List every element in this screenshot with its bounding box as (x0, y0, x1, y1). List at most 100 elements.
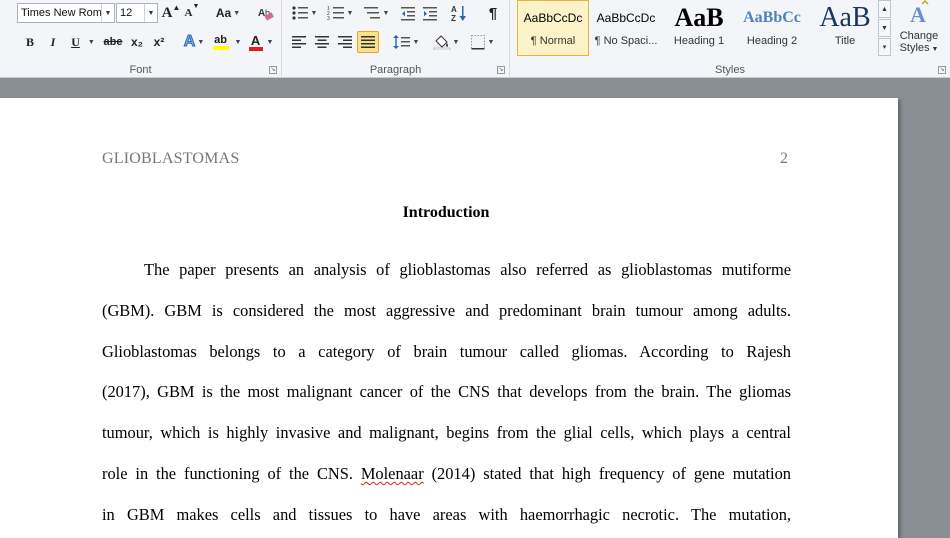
styles-scroll-up-button[interactable]: ▲ (878, 0, 891, 18)
decrease-indent-icon (401, 7, 415, 21)
increase-indent-button[interactable] (420, 2, 440, 24)
text-effects-icon: A (183, 33, 196, 51)
style-no-spacing-sample: AaBbCcDc (596, 11, 656, 25)
text-line-rest: (2014) stated that high frequency of gen… (423, 463, 791, 483)
borders-icon (470, 35, 485, 50)
multilevel-list-button[interactable]: ▼ (360, 2, 392, 24)
chevron-down-icon[interactable]: ▼ (144, 4, 157, 22)
style-heading-1[interactable]: AaB Heading 1 (663, 0, 735, 56)
highlight-icon: ab (212, 33, 229, 50)
underline-button[interactable]: U ▼ (66, 31, 100, 53)
shrink-font-button[interactable]: A ▼ (183, 2, 201, 24)
style-heading-1-label: Heading 1 (673, 35, 725, 47)
align-left-button[interactable] (288, 31, 310, 53)
paint-bucket-icon (433, 35, 450, 50)
justify-button[interactable] (357, 31, 379, 53)
style-normal-label: ¶ Normal (530, 35, 576, 47)
page-number: 2 (780, 150, 788, 167)
subscript-button[interactable]: x₂ (127, 31, 147, 53)
font-name-value: Times New Rom (21, 7, 102, 19)
svg-text:Z: Z (451, 14, 456, 22)
font-size-combo[interactable]: 12 ▼ (116, 3, 158, 23)
underline-icon: U (71, 34, 80, 49)
justify-icon (361, 36, 375, 48)
ribbon: Times New Rom ▼ 12 ▼ A ▲ A ▼ Aa ▼ Ab B I U ▼… (0, 0, 950, 78)
align-right-button[interactable] (334, 31, 356, 53)
style-no-spacing-label: ¶ No Spaci... (594, 35, 658, 47)
section-heading: Introduction (402, 204, 490, 221)
text-line: The paper presents an analysis of gliobl… (144, 260, 791, 279)
shading-button[interactable]: ▼ (430, 31, 462, 53)
body-text[interactable]: The paper presents an analysis of gliobl… (102, 258, 791, 538)
style-heading-2-label: Heading 2 (746, 35, 798, 47)
svg-text:A: A (910, 2, 926, 27)
italic-icon: I (50, 34, 56, 49)
text-line: role in the functioning of the CNS. Mole… (102, 462, 791, 503)
paragraph-group-label: Paragraph (369, 64, 422, 76)
borders-button[interactable]: ▼ (466, 31, 498, 53)
font-name-combo[interactable]: Times New Rom ▼ (17, 3, 115, 23)
highlight-color-bar (212, 45, 229, 50)
line-spacing-button[interactable]: ▼ (390, 31, 422, 53)
font-group-label: Font (129, 64, 152, 76)
bold-button[interactable]: B (20, 31, 40, 53)
highlight-button[interactable]: ab ▼ (210, 31, 244, 53)
superscript-icon: x² (153, 35, 165, 49)
style-no-spacing[interactable]: AaBbCcDc ¶ No Spaci... (590, 0, 662, 56)
paragraph-dialog-launcher-icon[interactable]: ↘ (497, 66, 505, 74)
text-line: Glioblastomas belongs to a category of b… (102, 341, 791, 361)
grow-font-button[interactable]: A ▲ (161, 2, 181, 24)
align-left-icon (292, 36, 306, 48)
highlight-label: ab (214, 33, 227, 46)
change-styles-button[interactable]: A Change Styles ▼ (894, 0, 944, 62)
subscript-icon: x₂ (130, 35, 143, 49)
clear-formatting-button[interactable]: Ab (255, 2, 277, 24)
style-heading-2-sample: AaBbCc (743, 9, 801, 26)
text-line: in GBM makes cells and tissues to have a… (102, 504, 791, 524)
text-line: (GBM). GBM is considered the most aggres… (102, 300, 791, 320)
font-color-icon: A (248, 34, 263, 51)
decrease-indent-button[interactable] (398, 2, 418, 24)
document-page[interactable]: GLIOBLASTOMAS 2 Introduction The paper p… (0, 98, 898, 538)
svg-text:3: 3 (327, 16, 330, 21)
style-normal[interactable]: AaBbCcDc ¶ Normal (517, 0, 589, 56)
style-heading-2[interactable]: AaBbCc Heading 2 (736, 0, 808, 56)
bullets-icon (291, 6, 308, 20)
font-group: Times New Rom ▼ 12 ▼ A ▲ A ▼ Aa ▼ Ab B I U ▼… (0, 0, 282, 78)
font-size-value: 12 (120, 7, 133, 19)
chevron-down-icon[interactable]: ▼ (101, 4, 114, 22)
show-marks-button[interactable]: ¶ (482, 2, 504, 24)
styles-group-label: Styles (715, 64, 745, 76)
font-color-button[interactable]: A ▼ (246, 31, 276, 53)
styles-scroll-down-button[interactable]: ▼ (878, 19, 891, 37)
change-case-button[interactable]: Aa ▼ (214, 2, 242, 24)
bullets-button[interactable]: ▼ (288, 2, 320, 24)
bold-icon: B (25, 34, 34, 49)
line-spacing-icon (392, 35, 410, 49)
style-heading-1-sample: AaB (674, 3, 724, 32)
align-right-icon (338, 36, 352, 48)
italic-button[interactable]: I (43, 31, 63, 53)
text-effects-button[interactable]: A ▼ (180, 31, 208, 53)
superscript-button[interactable]: x² (149, 31, 169, 53)
text-line: tumour, which is highly invasive and mal… (102, 423, 791, 443)
numbering-button[interactable]: 1 2 3 ▼ (324, 2, 356, 24)
style-title[interactable]: AaB Title (809, 0, 881, 56)
numbering-icon: 123 (327, 6, 344, 21)
sort-icon: AZ (451, 5, 466, 22)
running-header: GLIOBLASTOMAS (102, 150, 240, 167)
clear-formatting-icon: Ab (258, 8, 274, 21)
strikethrough-button[interactable]: abe (101, 31, 125, 53)
sort-button[interactable]: AZ (448, 2, 470, 24)
style-normal-sample: AaBbCcDc (523, 11, 583, 25)
grow-font-icon: A (161, 4, 173, 21)
styles-dialog-launcher-icon[interactable]: ↘ (938, 66, 946, 74)
svg-text:A: A (451, 5, 457, 14)
document-area[interactable]: GLIOBLASTOMAS 2 Introduction The paper p… (0, 79, 950, 538)
align-center-button[interactable] (311, 31, 333, 53)
strikethrough-icon: abe (103, 36, 123, 48)
styles-more-button[interactable]: ▾ (878, 38, 891, 56)
spelling-error-word[interactable]: Molenaar (361, 464, 424, 483)
font-dialog-launcher-icon[interactable]: ↘ (269, 66, 277, 74)
change-styles-label2-text: Styles (899, 42, 930, 54)
